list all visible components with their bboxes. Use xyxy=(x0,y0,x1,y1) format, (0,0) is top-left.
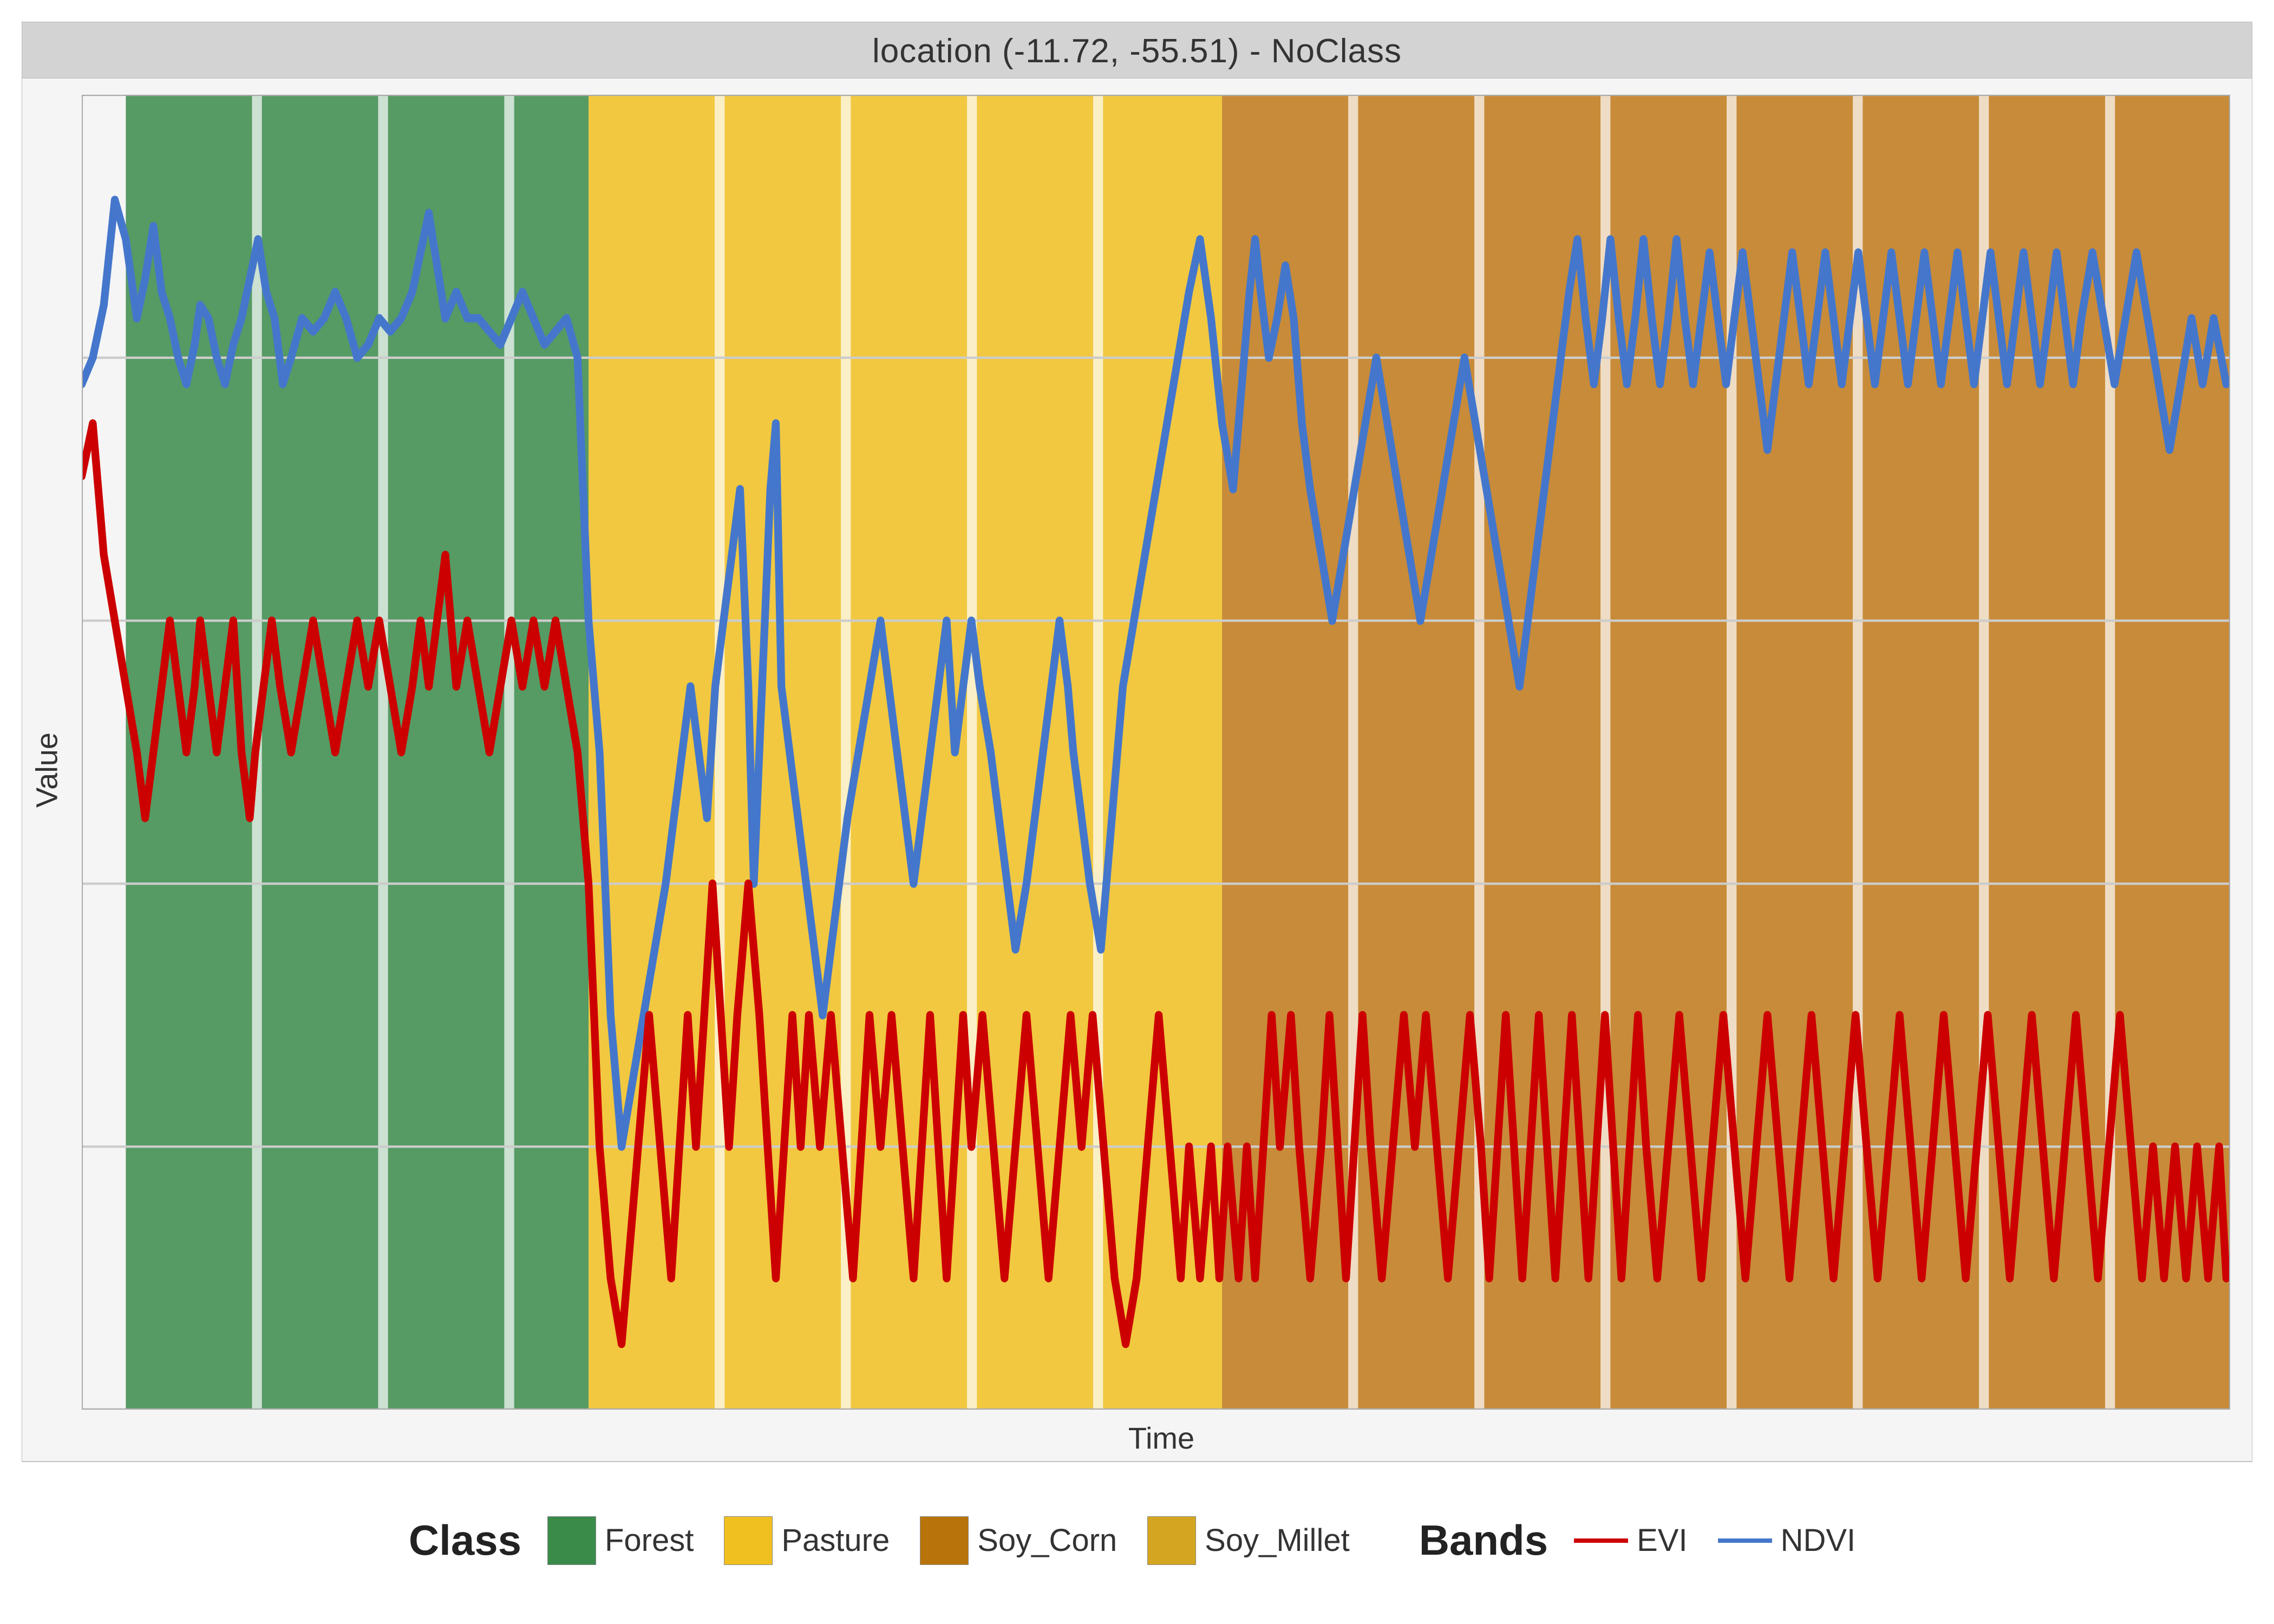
legend-item-evi: EVI xyxy=(1574,1522,1688,1558)
legend-label-soy-millet: Soy_Millet xyxy=(1205,1522,1350,1558)
x-axis-label: Time xyxy=(71,1410,2252,1461)
legend-label-forest: Forest xyxy=(605,1522,694,1558)
legend-item-pasture: Pasture xyxy=(724,1516,890,1565)
legend-class-group: Class Forest Pasture Soy_Corn Soy_Millet xyxy=(409,1516,1360,1565)
chart-container: location (-11.72, -55.51) - NoClass Valu… xyxy=(0,0,2274,1624)
legend-label-pasture: Pasture xyxy=(781,1522,890,1558)
legend-label-ndvi: NDVI xyxy=(1781,1522,1856,1558)
legend-bands-title: Bands xyxy=(1419,1516,1548,1565)
legend-item-forest: Forest xyxy=(547,1516,694,1565)
chart-title: location (-11.72, -55.51) - NoClass xyxy=(22,22,2252,78)
legend-line-ndvi xyxy=(1718,1533,1772,1549)
legend-class-title: Class xyxy=(409,1516,521,1565)
legend-area: Class Forest Pasture Soy_Corn Soy_Millet… xyxy=(22,1462,2252,1613)
legend-color-forest xyxy=(547,1516,596,1565)
legend-color-pasture xyxy=(724,1516,773,1565)
legend-bands-group: Bands EVI NDVI xyxy=(1419,1516,1865,1565)
legend-color-soy-millet xyxy=(1147,1516,1196,1565)
legend-color-soy-corn xyxy=(920,1516,969,1565)
chart-right: 0 0.2 0.4 0.6 0.8 1 2000 2005 2010 2015 xyxy=(71,78,2252,1461)
legend-item-soy-corn: Soy_Corn xyxy=(920,1516,1117,1565)
y-axis-label: Value xyxy=(22,78,71,1461)
plot-area: 0 0.2 0.4 0.6 0.8 1 2000 2005 2010 2015 xyxy=(82,95,2230,1410)
legend-label-evi: EVI xyxy=(1637,1522,1688,1558)
legend-item-ndvi: NDVI xyxy=(1718,1522,1856,1558)
plot-svg: 0 0.2 0.4 0.6 0.8 1 2000 2005 2010 2015 xyxy=(82,95,2230,1410)
legend-item-soy-millet: Soy_Millet xyxy=(1147,1516,1350,1565)
chart-area-wrapper: Value xyxy=(22,78,2252,1462)
legend-line-evi xyxy=(1574,1533,1628,1549)
legend-label-soy-corn: Soy_Corn xyxy=(977,1522,1117,1558)
